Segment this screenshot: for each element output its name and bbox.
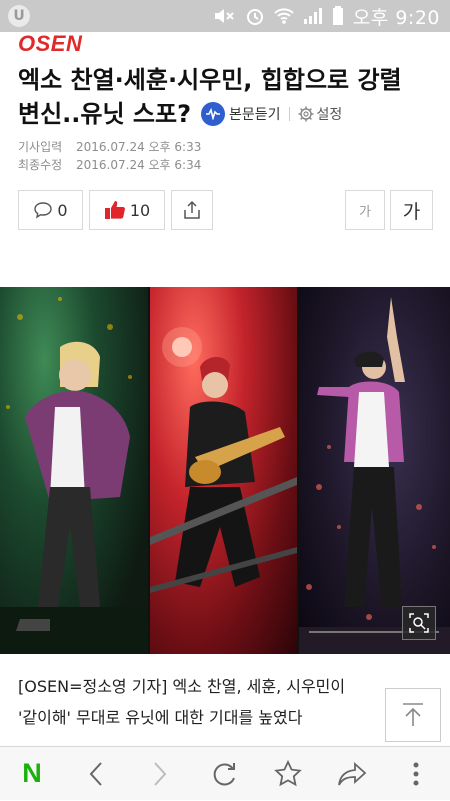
settings-label: 설정 — [316, 107, 343, 123]
font-decrease-button[interactable]: 가 — [345, 190, 385, 230]
app-notification-icon: U — [8, 5, 30, 27]
alarm-icon — [246, 9, 263, 25]
refresh-icon — [213, 762, 235, 785]
font-increase-button[interactable]: 가 — [390, 190, 433, 230]
forward-button[interactable] — [128, 747, 192, 801]
mute-icon — [214, 9, 234, 23]
published-row: 기사입력 2016.07.24 오후 6:33 — [18, 138, 201, 156]
article-meta: 기사입력 2016.07.24 오후 6:33 최종수정 2016.07.24 오후… — [18, 138, 201, 174]
title-line-1: 엑소 찬열·세훈·시우민, 힙합으로 강렬 — [18, 66, 402, 94]
title-line-2-row: 변신..유닛 스포? 본문듣기 설정 — [18, 97, 438, 131]
photo-panel-middle — [150, 287, 297, 654]
status-bar: U 오후 9:20 — [0, 0, 450, 32]
like-count: 10 — [129, 200, 151, 220]
back-button[interactable] — [64, 747, 128, 801]
forward-share-icon — [338, 761, 367, 785]
photo-panel-left — [0, 287, 148, 654]
battery-icon — [332, 6, 343, 25]
modified-value: 2016.07.24 오후 6:34 — [76, 158, 202, 172]
share-button[interactable] — [171, 190, 213, 230]
status-icons: 오후 9:20 — [212, 0, 440, 32]
modified-label: 최종수정 — [18, 158, 63, 172]
osen-logo[interactable]: OSEN — [18, 31, 82, 57]
signal-icon — [303, 8, 322, 24]
gear-icon — [298, 106, 314, 122]
wifi-icon — [274, 8, 294, 24]
article-line-2: '같이해' 무대로 유닛에 대한 기대를 높였다 — [18, 708, 303, 727]
article-actions: 0 10 가 가 — [18, 190, 433, 230]
article-body: [OSEN=정소영 기자] 엑소 찬열, 세훈, 시우민이 '같이해' 무대로 … — [18, 671, 438, 733]
divider — [288, 107, 290, 121]
star-icon — [274, 759, 302, 786]
zoom-button[interactable] — [402, 606, 436, 640]
naver-home-button[interactable]: N — [0, 747, 64, 801]
article-photo[interactable] — [0, 287, 450, 654]
browser-bottom-nav: N — [0, 746, 450, 800]
title-line-2: 변신..유닛 스포? — [18, 100, 191, 128]
article-line-1: [OSEN=정소영 기자] 엑소 찬열, 세훈, 시우민이 — [18, 677, 346, 696]
listen-button[interactable]: 본문듣기 — [201, 102, 281, 126]
comment-count: 0 — [57, 200, 68, 220]
refresh-button[interactable] — [192, 747, 256, 801]
like-button[interactable]: 10 — [89, 190, 165, 230]
more-menu-button[interactable] — [384, 747, 448, 801]
photo-panel-right — [299, 287, 450, 654]
article-title: 엑소 찬열·세훈·시우민, 힙합으로 강렬 변신..유닛 스포? 본문듣기 설정 — [18, 63, 438, 131]
share-icon — [184, 200, 200, 219]
more-vertical-icon — [413, 762, 419, 785]
scroll-to-top-button[interactable] — [385, 688, 441, 742]
listen-label: 본문듣기 — [229, 107, 281, 123]
chevron-left-icon — [89, 761, 102, 786]
published-label: 기사입력 — [18, 140, 63, 154]
zoom-icon — [409, 613, 429, 633]
chevron-right-icon — [154, 761, 167, 786]
bookmark-button[interactable] — [256, 747, 320, 801]
comment-icon — [34, 202, 53, 219]
status-time: 오후 9:20 — [352, 6, 440, 29]
audio-wave-icon — [201, 102, 225, 126]
thumbs-up-icon — [104, 201, 125, 219]
share-page-button[interactable] — [320, 747, 384, 801]
modified-row: 최종수정 2016.07.24 오후 6:34 — [18, 156, 201, 174]
published-value: 2016.07.24 오후 6:33 — [76, 140, 202, 154]
settings-button[interactable]: 설정 — [298, 104, 343, 124]
arrow-up-icon — [403, 703, 423, 726]
comment-button[interactable]: 0 — [18, 190, 83, 230]
